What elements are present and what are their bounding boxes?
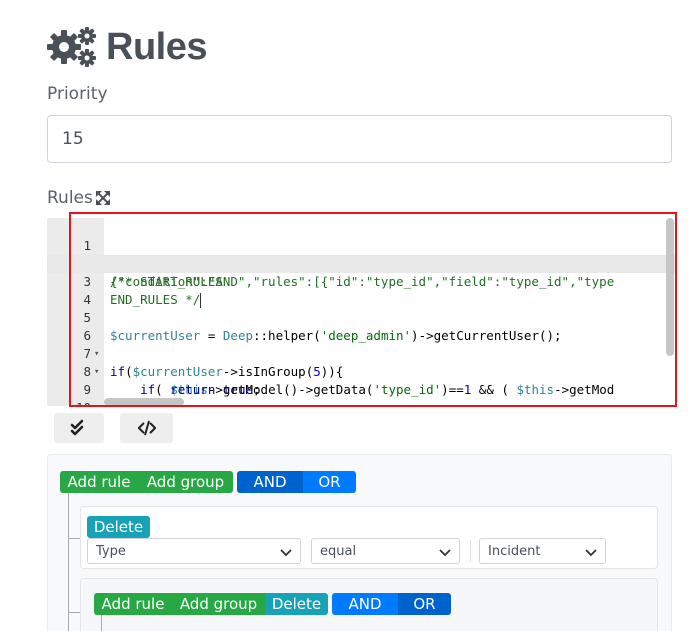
subgroup-and-button[interactable]: AND — [332, 593, 398, 615]
code-editor[interactable]: 1 ▾ /** START_RULES 2 {"condition":"AND"… — [47, 218, 677, 406]
chevron-down-icon — [439, 549, 451, 557]
double-check-icon — [70, 419, 84, 436]
subgroup-add-group-button[interactable]: Add group — [172, 593, 265, 615]
code-line[interactable]: 2 {"condition":"AND","rules":[{"id":"typ… — [47, 237, 677, 289]
gears-icon — [47, 27, 96, 67]
code-line[interactable]: 9 } — [47, 363, 677, 406]
validate-button[interactable] — [54, 413, 104, 443]
add-rule-button[interactable]: Add rule — [60, 471, 138, 493]
priority-label: Priority — [47, 84, 108, 104]
code-line-active[interactable]: 3 END_RULES */ — [47, 255, 677, 308]
rule-operator-select[interactable]: equal — [311, 538, 460, 564]
chevron-down-icon — [280, 549, 292, 557]
delete-rule-button[interactable]: Delete — [87, 516, 150, 538]
subgroup-add-rule-button[interactable]: Add rule — [94, 593, 172, 615]
rule-value-value: Incident — [488, 543, 541, 559]
code-line[interactable]: 4 — [47, 273, 677, 307]
expand-arrows-icon[interactable] — [95, 191, 110, 205]
rule-value-select[interactable]: Incident — [479, 538, 606, 564]
rules-label: Rules — [47, 188, 110, 208]
line-number: 10 — [71, 399, 91, 406]
code-line[interactable]: 5 $currentUser = Deep::helper('deep_admi… — [47, 291, 677, 343]
tree-connector — [68, 612, 80, 613]
page-title: Rules — [46, 22, 207, 72]
or-condition-button[interactable]: OR — [303, 471, 356, 493]
rule-field-value: Type — [96, 543, 126, 559]
subgroup-or-button[interactable]: OR — [398, 593, 451, 615]
chevron-down-icon — [585, 549, 597, 557]
tree-connector — [68, 493, 69, 631]
and-condition-button[interactable]: AND — [237, 471, 303, 493]
rule-divider — [470, 540, 471, 562]
priority-input[interactable] — [47, 115, 672, 163]
tree-connector — [101, 615, 102, 631]
code-line[interactable]: 6 ▾ if($currentUser->isInGroup(5)){ — [47, 309, 677, 379]
code-line[interactable]: 10 } — [47, 381, 677, 406]
editor-vertical-scrollbar[interactable] — [666, 218, 674, 356]
page-title-text: Rules — [106, 25, 207, 68]
code-line[interactable]: 8 return true; — [47, 345, 677, 397]
code-view-button[interactable] — [120, 413, 173, 443]
editor-horizontal-scrollbar[interactable] — [104, 398, 184, 406]
code-icon — [137, 420, 156, 436]
code-line[interactable]: 7 ▾ if( $this->getModel()->getData('type… — [47, 327, 677, 397]
add-group-button[interactable]: Add group — [138, 471, 233, 493]
code-line[interactable]: 1 ▾ /** START_RULES — [47, 219, 677, 289]
rule-field-select[interactable]: Type — [87, 538, 301, 564]
tree-connector — [68, 538, 80, 539]
rule-operator-value: equal — [320, 543, 357, 559]
subgroup-delete-button[interactable]: Delete — [265, 593, 328, 615]
rules-label-text: Rules — [47, 188, 93, 208]
